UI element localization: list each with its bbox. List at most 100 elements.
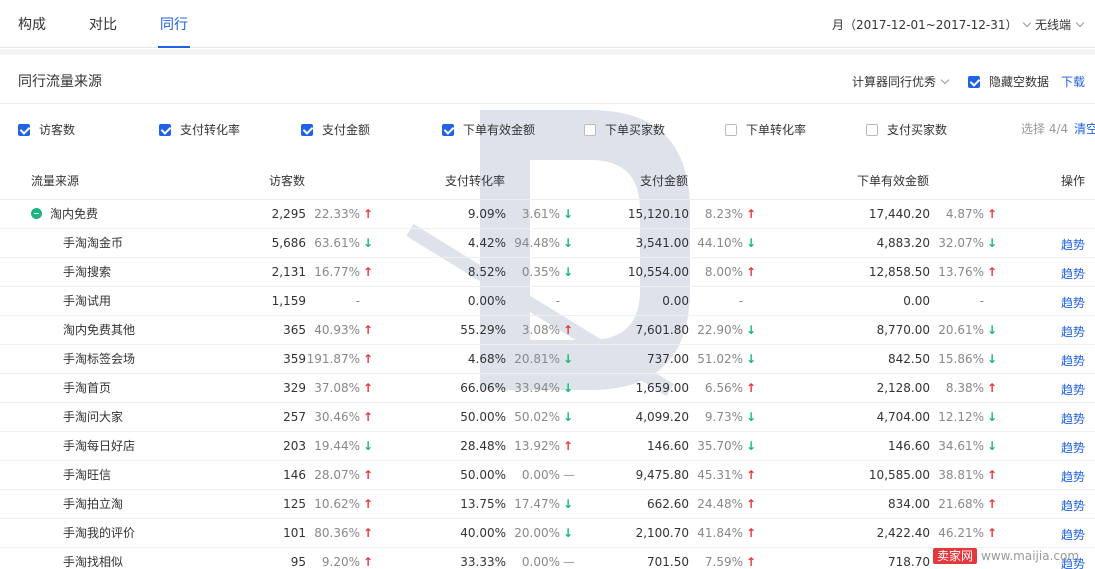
- row-visitors: 1,159: [271, 294, 306, 308]
- row-pay-rate-change: 0.35%: [521, 265, 560, 279]
- metric-checkbox[interactable]: [442, 123, 454, 136]
- trend-link[interactable]: 趋势: [1061, 381, 1085, 398]
- metric-checkbox[interactable]: [18, 123, 30, 136]
- arrow-up-icon: ↑: [363, 497, 374, 511]
- row-pay-amount-change: 6.56%: [704, 381, 743, 395]
- trend-link[interactable]: 趋势: [1061, 236, 1085, 253]
- row-source: 手淘拍立淘: [63, 497, 123, 512]
- hide-empty-checkbox[interactable]: [968, 75, 980, 88]
- trend-link[interactable]: 趋势: [1061, 468, 1085, 485]
- trend-link[interactable]: 趋势: [1061, 352, 1085, 369]
- arrow-down-icon: ↓: [987, 236, 998, 250]
- row-source: 手淘试用: [63, 294, 111, 309]
- arrow-down-icon: ↓: [987, 352, 998, 366]
- metric-checkbox[interactable]: [725, 123, 737, 136]
- metric-pay-amount[interactable]: 支付金额: [301, 121, 370, 138]
- metric-visitors[interactable]: 访客数: [18, 121, 75, 138]
- metric-order-rate[interactable]: 下单转化率: [725, 121, 806, 138]
- row-source-label: 手淘首页: [63, 381, 112, 395]
- tab-peers[interactable]: 同行: [160, 14, 188, 34]
- arrow-down-icon: ↓: [987, 323, 998, 337]
- metric-checkbox[interactable]: [301, 123, 313, 136]
- arrow-up-icon: ↑: [363, 323, 374, 337]
- row-pay-rate: 8.52%: [467, 265, 506, 279]
- row-pay-rate: 28.48%: [460, 439, 506, 453]
- arrow-up-icon: ↑: [563, 323, 574, 337]
- metric-checkbox[interactable]: [866, 123, 878, 136]
- row-pay-amount-change: 22.90%: [697, 323, 743, 337]
- trend-link[interactable]: 趋势: [1061, 265, 1085, 282]
- arrow-down-icon: ↓: [987, 410, 998, 424]
- metric-checkbox[interactable]: [159, 123, 171, 136]
- table-row: 手淘我的评价 101 80.36% ↑ 40.00% 20.00% ↓ 2,100.70 41.…: [0, 519, 1095, 548]
- calc-peer-select[interactable]: 计算器同行优秀: [852, 73, 950, 90]
- col-header-visitors[interactable]: 访客数: [269, 172, 305, 189]
- clear-selection-link[interactable]: 清空: [1074, 122, 1095, 136]
- tab-compare[interactable]: 对比: [89, 14, 117, 34]
- row-source: 手淘搜索: [63, 265, 111, 280]
- row-pay-rate: 9.09%: [467, 207, 506, 221]
- row-pay-amount: 662.60: [647, 497, 689, 511]
- row-source: 手淘问大家: [63, 410, 123, 425]
- arrow-down-icon: ↓: [746, 236, 757, 250]
- arrow-up-icon: ↑: [987, 468, 998, 482]
- hide-empty-label: 隐藏空数据: [989, 75, 1050, 89]
- col-header-action: 操作: [1061, 174, 1086, 188]
- row-pay-rate: 4.68%: [467, 352, 506, 366]
- row-source-label: 手淘我的评价: [63, 526, 136, 540]
- trend-link[interactable]: 趋势: [1061, 294, 1085, 311]
- row-source[interactable]: 淘内免费: [31, 207, 98, 222]
- metric-checkbox[interactable]: [584, 123, 596, 136]
- col-header-order-amount[interactable]: 下单有效金额: [857, 172, 929, 189]
- row-visitors-change: 80.36%: [314, 526, 360, 540]
- arrow-up-icon: ↑: [987, 207, 998, 221]
- metric-order-buyers[interactable]: 下单买家数: [584, 121, 665, 138]
- row-order-amount: 2,128.00: [876, 381, 930, 395]
- arrow-up-icon: ↑: [746, 526, 757, 540]
- row-pay-rate: 33.33%: [460, 555, 506, 569]
- row-pay-amount-change: 9.73%: [704, 410, 743, 424]
- metric-order-amount[interactable]: 下单有效金额: [442, 121, 535, 138]
- trend-link[interactable]: 趋势: [1061, 410, 1085, 427]
- trend-link[interactable]: 趋势: [1061, 439, 1085, 456]
- table-row: 手淘问大家 257 30.46% ↑ 50.00% 50.02% ↓ 4,099.20 9.73…: [0, 403, 1095, 432]
- metric-pay-buyers[interactable]: 支付买家数: [866, 121, 947, 138]
- collapse-icon[interactable]: [31, 208, 42, 219]
- trend-link[interactable]: 趋势: [1061, 497, 1085, 514]
- download-link[interactable]: 下载: [1061, 73, 1085, 90]
- row-order-amount-change: 15.86%: [938, 352, 984, 366]
- arrow-up-icon: ↑: [563, 439, 574, 453]
- row-visitors: 5,686: [271, 236, 306, 250]
- row-order-amount-change: 46.21%: [938, 526, 984, 540]
- row-order-amount: 10,585.00: [868, 468, 930, 482]
- date-range-select[interactable]: 月（2017-12-01~2017-12-31）: [832, 16, 1031, 33]
- dash-icon: —: [563, 468, 575, 482]
- row-pay-amount: 15,120.10: [627, 207, 689, 221]
- row-visitors-change: 10.62%: [314, 497, 360, 511]
- row-pay-rate-change: 20.00%: [514, 526, 560, 540]
- arrow-down-icon: ↓: [563, 207, 574, 221]
- hide-empty-toggle[interactable]: 隐藏空数据: [968, 73, 1049, 90]
- trend-link[interactable]: 趋势: [1061, 526, 1085, 543]
- row-order-amount: 8,770.00: [876, 323, 930, 337]
- device-select[interactable]: 无线端: [1035, 16, 1085, 33]
- row-pay-rate-change: 17.47%: [514, 497, 560, 511]
- metric-pay-rate[interactable]: 支付转化率: [159, 121, 240, 138]
- table-row: 手淘搜索 2,131 16.77% ↑ 8.52% 0.35% ↓ 10,554.00 8.00…: [0, 258, 1095, 287]
- col-header-pay-rate[interactable]: 支付转化率: [445, 172, 505, 189]
- arrow-up-icon: ↑: [363, 352, 374, 366]
- row-pay-rate-change: 0.00%: [521, 555, 560, 569]
- row-order-amount: 4,883.20: [876, 236, 930, 250]
- trend-link[interactable]: 趋势: [1061, 323, 1085, 340]
- row-pay-amount-change: 24.48%: [697, 497, 743, 511]
- tab-composition[interactable]: 构成: [18, 14, 46, 34]
- row-pay-rate-change: 33.94%: [514, 381, 560, 395]
- row-visitors-change: 37.08%: [314, 381, 360, 395]
- row-order-amount: 718.70: [888, 555, 930, 569]
- row-visitors: 365: [283, 323, 306, 337]
- arrow-up-icon: ↑: [746, 207, 757, 221]
- row-order-amount-change: 38.81%: [938, 468, 984, 482]
- row-order-amount-change: -: [979, 294, 984, 308]
- row-order-amount: 834.00: [888, 497, 930, 511]
- col-header-pay-amount[interactable]: 支付金额: [640, 172, 688, 189]
